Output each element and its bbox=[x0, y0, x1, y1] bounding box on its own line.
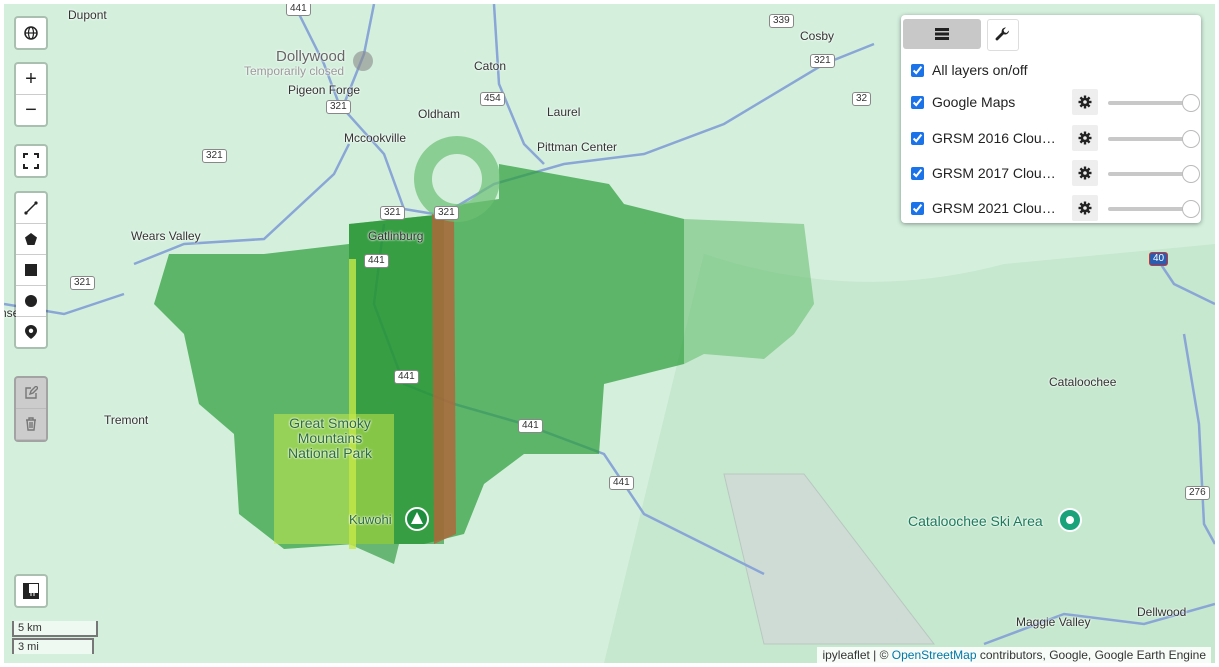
gear-icon[interactable] bbox=[1072, 125, 1098, 151]
layer-control-panel: All layers on/off Google Maps GRSM 2016 … bbox=[901, 15, 1201, 223]
scale-mi: 3 mi bbox=[12, 638, 94, 654]
layer-checkbox[interactable] bbox=[911, 166, 924, 180]
route-shield-321: 321 bbox=[380, 206, 405, 220]
opacity-slider[interactable] bbox=[1108, 200, 1200, 218]
place-dellwood: Dellwood bbox=[1137, 605, 1187, 619]
place-cataloochee-ski-area: Cataloochee Ski Area bbox=[908, 513, 1043, 529]
layer-checkbox[interactable] bbox=[911, 131, 924, 145]
place-oldham: Oldham bbox=[418, 107, 461, 121]
place-maggie-valley: Maggie Valley bbox=[1016, 615, 1091, 629]
place-caton: Caton bbox=[474, 59, 507, 73]
zoom-in-button[interactable]: + bbox=[16, 64, 46, 95]
layer-checkbox[interactable] bbox=[911, 201, 924, 215]
attribution-suffix: contributors, Google, Google Earth Engin… bbox=[976, 648, 1206, 662]
dollywood-marker bbox=[353, 51, 373, 71]
measure-control bbox=[14, 574, 48, 608]
opacity-slider[interactable] bbox=[1108, 130, 1200, 148]
route-shield-32: 32 bbox=[852, 92, 872, 106]
slider-knob[interactable] bbox=[1182, 94, 1200, 112]
place-gatlinburg: Gatlinburg bbox=[368, 229, 424, 243]
place-cosby: Cosby bbox=[800, 29, 835, 43]
ruler-icon[interactable] bbox=[16, 576, 46, 606]
route-shield-276: 276 bbox=[1185, 486, 1210, 500]
layer-name: GRSM 2017 Cloud Cover bbox=[932, 165, 1058, 181]
fullscreen-control bbox=[14, 144, 48, 178]
scale-km: 5 km bbox=[12, 621, 98, 637]
route-shield-441: 441 bbox=[609, 476, 634, 490]
opacity-slider[interactable] bbox=[1108, 165, 1200, 183]
route-shield-339: 339 bbox=[769, 14, 794, 28]
ski-area-marker-dot bbox=[1066, 516, 1074, 524]
route-shield-321: 321 bbox=[70, 276, 95, 290]
route-shield-441: 441 bbox=[364, 254, 389, 268]
slider-knob[interactable] bbox=[1182, 130, 1200, 148]
all-layers-checkbox[interactable] bbox=[911, 63, 924, 77]
route-shield-441: 441 bbox=[394, 370, 419, 384]
attribution: ipyleaflet | © OpenStreetMap contributor… bbox=[817, 647, 1211, 663]
settings-tab[interactable] bbox=[987, 19, 1019, 51]
place-temporarily-closed: Temporarily closed bbox=[244, 64, 345, 78]
overlay-brown-strip bbox=[432, 214, 456, 544]
draw-circle-icon[interactable] bbox=[16, 286, 46, 317]
attribution-prefix: ipyleaflet | © bbox=[822, 648, 892, 662]
zoom-control: + − bbox=[14, 62, 48, 127]
gear-icon[interactable] bbox=[1072, 160, 1098, 186]
draw-toolbar bbox=[14, 191, 48, 349]
route-shield-321: 321 bbox=[202, 149, 227, 163]
gear-icon[interactable] bbox=[1072, 195, 1098, 221]
draw-rectangle-icon[interactable] bbox=[16, 255, 46, 286]
place-pigeon-forge: Pigeon Forge bbox=[288, 83, 361, 97]
draw-polygon-icon[interactable] bbox=[16, 224, 46, 255]
place-cataloochee: Cataloochee bbox=[1049, 375, 1117, 389]
map-canvas[interactable]: Dupont Dollywood Temporarily closed Pige… bbox=[4, 4, 1215, 663]
edit-toolbar bbox=[14, 376, 48, 442]
slider-knob[interactable] bbox=[1182, 165, 1200, 183]
draw-marker-icon[interactable] bbox=[16, 317, 46, 347]
route-shield-i40: 40 bbox=[1149, 252, 1169, 266]
layer-row: GRSM 2017 Cloud Cover bbox=[911, 161, 1058, 185]
place-national-park: Great Smoky Mountains National Park bbox=[287, 415, 373, 461]
place-wears-valley: Wears Valley bbox=[131, 229, 201, 243]
edit-layers-icon[interactable] bbox=[16, 378, 46, 409]
fullscreen-icon[interactable] bbox=[16, 146, 46, 176]
globe-icon[interactable] bbox=[16, 18, 46, 48]
route-shield-454: 454 bbox=[480, 92, 505, 106]
wrench-icon bbox=[995, 27, 1010, 41]
place-tremont: Tremont bbox=[104, 413, 149, 427]
openstreetmap-link[interactable]: OpenStreetMap bbox=[892, 648, 977, 662]
overlay-lime-strip bbox=[349, 259, 356, 549]
layer-row: Google Maps bbox=[911, 90, 1058, 114]
opacity-slider[interactable] bbox=[1108, 94, 1200, 112]
gear-icon[interactable] bbox=[1072, 89, 1098, 115]
slider-knob[interactable] bbox=[1182, 200, 1200, 218]
place-laurel: Laurel bbox=[547, 105, 581, 119]
place-dollywood[interactable]: Dollywood bbox=[276, 48, 345, 65]
layer-row: GRSM 2021 Cloud Cover bbox=[911, 196, 1058, 220]
place-pittman-center: Pittman Center bbox=[537, 140, 618, 154]
layer-name: Google Maps bbox=[932, 94, 1016, 110]
trash-icon[interactable] bbox=[16, 409, 46, 440]
layer-checkbox[interactable] bbox=[911, 95, 924, 109]
layer-name: GRSM 2016 Cloud Cover bbox=[932, 130, 1058, 146]
route-shield-441: 441 bbox=[518, 419, 543, 433]
place-kuwohi: Kuwohi bbox=[349, 512, 392, 527]
basemap-control bbox=[14, 16, 48, 50]
place-dupont: Dupont bbox=[68, 8, 107, 22]
route-shield-321: 321 bbox=[434, 206, 459, 220]
route-shield-321: 321 bbox=[326, 100, 351, 114]
place-mccookville: Mccookville bbox=[344, 131, 407, 145]
draw-polyline-icon[interactable] bbox=[16, 193, 46, 224]
route-shield-441: 441 bbox=[286, 4, 311, 16]
all-layers-row: All layers on/off bbox=[911, 58, 1027, 82]
layer-row: GRSM 2016 Cloud Cover bbox=[911, 126, 1058, 150]
all-layers-label: All layers on/off bbox=[932, 62, 1028, 78]
route-shield-321: 321 bbox=[810, 54, 835, 68]
zoom-out-button[interactable]: − bbox=[16, 95, 46, 125]
layers-tab[interactable] bbox=[903, 19, 981, 49]
layer-name: GRSM 2021 Cloud Cover bbox=[932, 200, 1058, 216]
layers-icon bbox=[935, 28, 949, 40]
